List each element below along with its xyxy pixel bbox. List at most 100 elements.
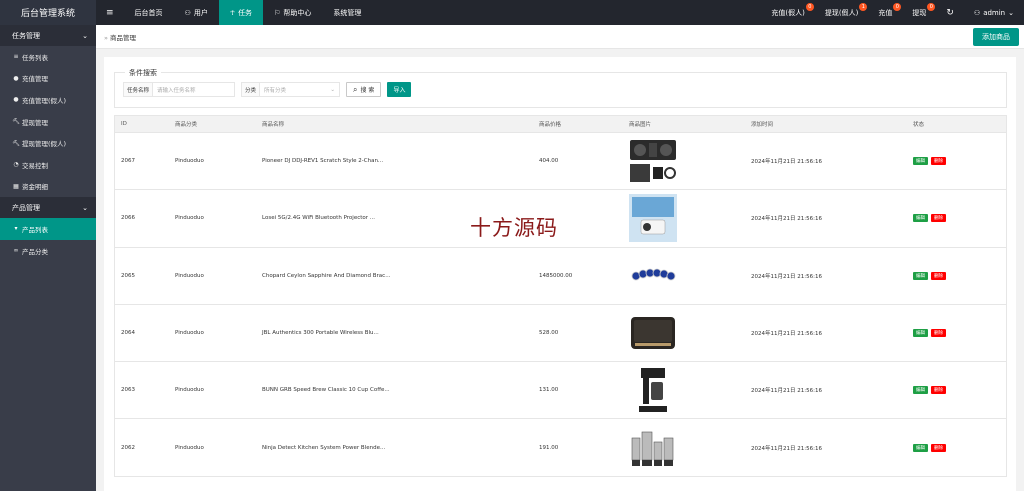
add-product-button[interactable]: 添加商品 [973, 28, 1019, 46]
sidebar-item-label: 产品列表 [22, 225, 48, 234]
topnav-user[interactable]: ⚇ 用户 [174, 0, 219, 25]
delete-button[interactable]: 删除 [931, 271, 946, 280]
sidebar-group-task[interactable]: 任务管理 ⌄ [0, 25, 96, 46]
row-id: 2063 [121, 387, 135, 394]
row-name: Ninja Detect Kitchen System Power Blende… [262, 444, 386, 451]
category-select[interactable]: 所有分类 ⌄ [260, 82, 341, 97]
topnav-system[interactable]: 系统管理 [322, 0, 372, 25]
topnav-withdraw-fake[interactable]: 提现(假人) 1 [815, 0, 868, 25]
sidebar-item-task-list[interactable]: ≡ 任务列表 [0, 46, 96, 68]
row-category: Pinduoduo [175, 330, 204, 337]
header-time: 添加时间 [751, 122, 774, 128]
topnav-label: 帮助中心 [283, 8, 312, 17]
category-label: 分类 [241, 82, 261, 97]
edit-button[interactable]: 编辑 [913, 214, 928, 223]
sidebar-item-withdraw[interactable]: 🔨︎ 提现管理 [0, 110, 96, 133]
user-menu[interactable]: ⚇ admin ⌄ [964, 0, 1024, 25]
edit-button[interactable]: 编辑 [913, 443, 928, 452]
list-icon: ≡ [13, 53, 19, 61]
hammer-icon: 🔨︎ [12, 139, 20, 147]
delete-button[interactable]: 删除 [931, 329, 946, 338]
sidebar-group-product[interactable]: 产品管理 ⌄ [0, 197, 96, 219]
chevron-down-icon: ⌄ [1008, 8, 1014, 17]
chevron-down-icon: ⌄ [82, 203, 88, 212]
person-icon: ☥ [229, 8, 236, 17]
row-time: 2024年11月21日 21:56:16 [751, 216, 822, 223]
search-fieldset: 条件搜索 任务名称 请输入任务名称 分类 所有分类 ⌄ ⌕ 搜 索 导入 [114, 68, 1007, 108]
edit-button[interactable]: 编辑 [913, 271, 928, 280]
row-id: 2066 [121, 215, 135, 222]
row-id: 2062 [121, 444, 135, 451]
topnav-recharge-fake[interactable]: 充值(假人) 0 [761, 0, 814, 25]
topnav-label: 提现 [912, 8, 927, 17]
topnav-help[interactable]: ⚐ 帮助中心 [263, 0, 322, 25]
sidebar-item-label: 充值管理 [22, 75, 48, 84]
edit-button[interactable]: 编辑 [913, 157, 928, 166]
row-name: Pioneer DJ DDJ-REV1 Scratch Style 2-Chan… [262, 158, 384, 165]
table-row: 2065 Pinduoduo Chopard Ceylon Sapphire A… [114, 247, 1007, 305]
sidebar-item-label: 提现管理(假人) [22, 140, 67, 149]
topnav-task[interactable]: ☥ 任务 [218, 0, 264, 25]
row-price: 404.00 [539, 158, 559, 165]
row-name: Losei 5G/2.4G WiFi Bluetooth Projector .… [262, 215, 375, 222]
sidebar-item-recharge-fake[interactable]: ● 充值管理(假人) [0, 89, 96, 111]
row-time: 2024年11月21日 21:56:16 [751, 445, 822, 452]
product-image [629, 194, 677, 243]
edit-button[interactable]: 编辑 [913, 386, 928, 395]
import-button[interactable]: 导入 [387, 82, 412, 97]
row-category: Pinduoduo [175, 387, 204, 394]
search-icon: ⌕ [353, 84, 358, 94]
task-name-input[interactable]: 请输入任务名称 [153, 82, 236, 97]
row-time: 2024年11月21日 21:56:16 [751, 388, 822, 395]
topnav-withdraw[interactable]: 提现 0 [902, 0, 936, 25]
edit-button[interactable]: 编辑 [913, 329, 928, 338]
breadcrumb-current: 商品管理 [109, 33, 136, 42]
chat-icon: ● [13, 74, 19, 82]
sidebar-item-product-list[interactable]: ▾ 产品列表 [0, 218, 96, 240]
delete-button[interactable]: 删除 [931, 443, 946, 452]
chat-icon: ● [13, 96, 19, 104]
row-category: Pinduoduo [175, 158, 204, 165]
count-badge: 0 [805, 3, 814, 11]
row-category: Pinduoduo [175, 272, 204, 279]
link-icon: ∞ [13, 247, 19, 255]
table-row: 2064 Pinduoduo JBL Authentics 300 Portab… [114, 304, 1007, 363]
sidebar-item-label: 交易控制 [22, 161, 48, 170]
topnav-home[interactable]: 后台首页 [124, 0, 174, 25]
sidebar-item-withdraw-fake[interactable]: 🔨︎ 提现管理(假人) [0, 132, 96, 154]
gauge-icon: ◔ [13, 161, 19, 169]
delete-button[interactable]: 删除 [931, 214, 946, 223]
row-name: Chopard Ceylon Sapphire And Diamond Brac… [262, 272, 391, 279]
row-category: Pinduoduo [175, 444, 204, 451]
delete-button[interactable]: 删除 [931, 157, 946, 166]
sidebar-item-trade-control[interactable]: ◔ 交易控制 [0, 153, 96, 176]
sidebar-item-recharge[interactable]: ● 充值管理 [0, 67, 96, 90]
user-icon: ⚇ [973, 8, 981, 17]
row-price: 131.00 [539, 387, 559, 394]
row-name: BUNN GRB Speed Brew Classic 10 Cup Coffe… [262, 387, 390, 394]
header-name: 商品名称 [262, 122, 285, 128]
search-button[interactable]: ⌕ 搜 索 [346, 82, 382, 97]
hamburger-icon[interactable]: ≡ [96, 0, 124, 25]
top-bar: ≡ 后台首页 ⚇ 用户 ☥ 任务 ⚐ 帮助中心 系统管理 充值(假人) 0 提现(假人)… [96, 0, 1024, 25]
topnav-recharge[interactable]: 充值 0 [868, 0, 902, 25]
header-id: ID [121, 121, 127, 127]
row-time: 2024年11月21日 21:56:16 [751, 331, 822, 338]
table-row: 2062 Pinduoduo Ninja Detect Kitchen Syst… [114, 419, 1007, 477]
product-image [629, 137, 677, 185]
sidebar-group-label: 任务管理 [12, 31, 40, 40]
chevron-down-icon: ⌄ [82, 31, 88, 40]
flag-icon: ⚐ [274, 8, 281, 17]
sidebar-item-fund-detail[interactable]: ▦ 资金明细 [0, 175, 96, 198]
row-id: 2064 [121, 330, 135, 337]
refresh-icon[interactable]: ↻ [936, 0, 964, 25]
product-image [629, 309, 677, 357]
search-button-label: 搜 索 [360, 87, 375, 94]
row-time: 2024年11月21日 21:56:16 [751, 273, 822, 280]
sidebar-item-product-category[interactable]: ∞ 产品分类 [0, 239, 96, 262]
table-row: 2063 Pinduoduo BUNN GRB Speed Brew Class… [114, 362, 1007, 420]
delete-button[interactable]: 删除 [931, 386, 946, 395]
row-price: 1485000.00 [539, 272, 573, 279]
row-price: 528.00 [539, 330, 559, 337]
product-image [629, 366, 677, 414]
